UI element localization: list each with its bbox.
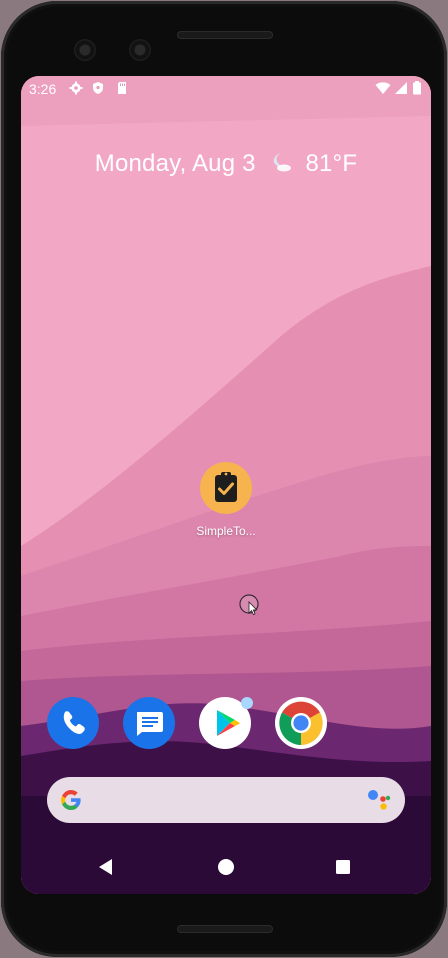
- app-simpletodo[interactable]: SimpleTo...: [185, 462, 267, 538]
- battery-icon: [413, 81, 421, 95]
- navigation-bar: [21, 840, 431, 894]
- chrome-icon: [279, 701, 323, 745]
- temperature-text[interactable]: 81°F: [305, 150, 357, 177]
- back-icon[interactable]: [91, 852, 121, 882]
- dock-phone[interactable]: [47, 697, 99, 749]
- dock-messages[interactable]: [123, 697, 175, 749]
- wifi-icon: [375, 82, 391, 94]
- settings-icon: [69, 81, 83, 95]
- bottom-speaker: [177, 925, 273, 933]
- dock-chrome[interactable]: [275, 697, 327, 749]
- shield-icon: [93, 82, 103, 94]
- google-assistant-icon[interactable]: [367, 789, 391, 811]
- recents-icon[interactable]: [328, 852, 358, 882]
- home-screen[interactable]: 3:26 Monday, Aug 3 81°F SimpleTo...: [21, 76, 431, 894]
- dock-play-store[interactable]: [199, 697, 253, 749]
- device-frame: 3:26 Monday, Aug 3 81°F SimpleTo...: [1, 1, 447, 957]
- date-text[interactable]: Monday, Aug 3: [95, 150, 256, 177]
- messages-icon: [137, 712, 163, 736]
- home-icon[interactable]: [211, 852, 241, 882]
- front-camera-right: [129, 39, 151, 61]
- google-g-icon: [61, 790, 81, 810]
- google-search-bar[interactable]: [47, 777, 405, 823]
- sd-card-icon: [118, 82, 126, 94]
- at-a-glance[interactable]: Monday, Aug 3 81°F: [21, 150, 431, 178]
- moon-cloud-icon: [273, 153, 291, 172]
- status-time: 3:26: [29, 81, 57, 97]
- app-icon[interactable]: [200, 462, 252, 514]
- top-speaker: [177, 31, 273, 39]
- phone-icon: [63, 711, 85, 734]
- signal-icon: [395, 82, 407, 94]
- status-bar: 3:26: [21, 76, 431, 102]
- clipboard-check-icon: [215, 472, 237, 502]
- notification-dot: [241, 697, 253, 709]
- app-label: SimpleTo...: [196, 524, 256, 538]
- cursor-icon: [239, 594, 259, 616]
- front-camera-left: [74, 39, 96, 61]
